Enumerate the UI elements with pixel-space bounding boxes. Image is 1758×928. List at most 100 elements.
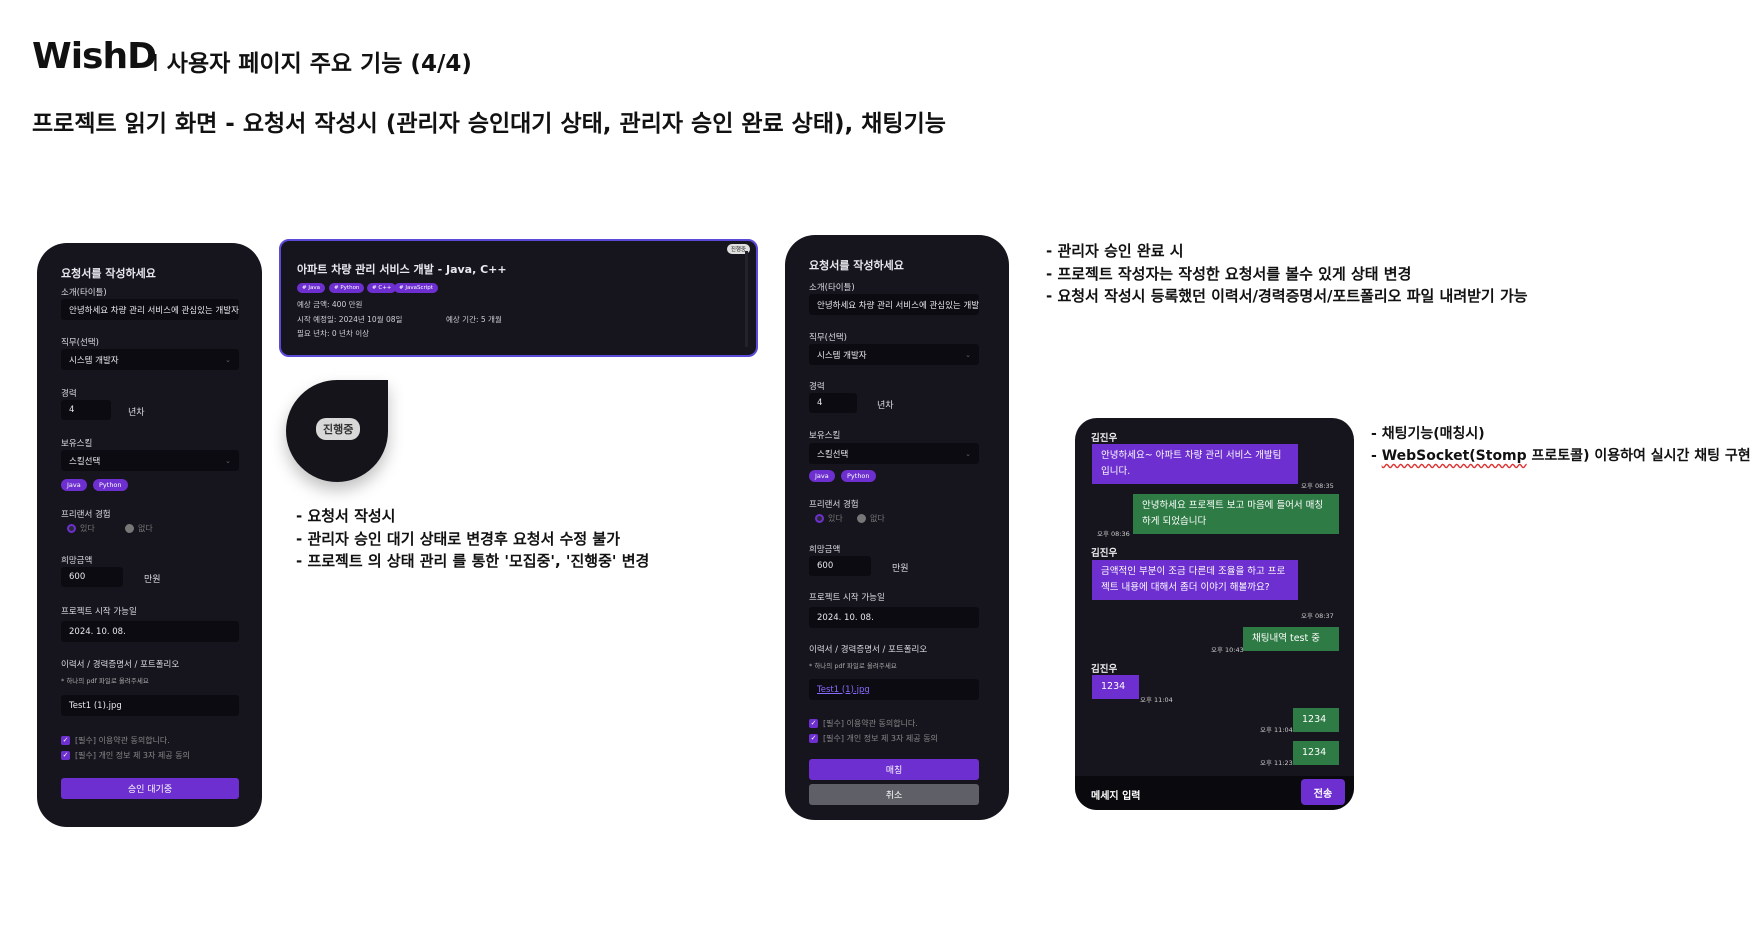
checkbox-checked-icon: ✓ bbox=[809, 719, 818, 728]
radio-yes-label: 있다 bbox=[80, 524, 95, 533]
agree-terms-label: [필수] 이용약관 동의합니다. bbox=[75, 736, 170, 745]
intro-input[interactable]: 안녕하세요 차량 관리 서비스에 관심있는 개발자 bbox=[809, 294, 979, 315]
project-budget: 예상 금액: 400 만원 bbox=[297, 300, 363, 309]
skills-value: 스킬선택 bbox=[817, 449, 849, 460]
role-select[interactable]: 시스템 개발자 ⌄ bbox=[809, 344, 979, 365]
skill-chip[interactable]: Python bbox=[841, 470, 876, 482]
project-career: 필요 년차: 0 년차 이상 bbox=[297, 329, 370, 338]
checkbox-checked-icon: ✓ bbox=[809, 734, 818, 743]
file-download-link[interactable]: Test1 (1).jpg bbox=[817, 685, 870, 695]
page-section-title: I 사용자 페이지 주요 기능 (4/4) bbox=[152, 44, 472, 78]
radio-yes[interactable]: 있다 bbox=[67, 523, 95, 534]
role-label: 직무(선택) bbox=[61, 338, 99, 348]
status-pill: 진행중 bbox=[316, 418, 361, 440]
files-hint: * 하나의 pdf 파일로 올려주세요 bbox=[809, 662, 897, 670]
page-subtitle: 프로젝트 읽기 화면 - 요청서 작성시 (관리자 승인대기 상태, 관리자 승… bbox=[32, 111, 946, 137]
cancel-button[interactable]: 취소 bbox=[809, 784, 979, 805]
career-unit: 년차 bbox=[877, 401, 894, 411]
project-tag: # JavaScript bbox=[394, 283, 438, 293]
skills-label: 보유스킬 bbox=[809, 431, 841, 441]
skill-chip[interactable]: Java bbox=[809, 470, 835, 482]
notes-chat: 채팅기능(매칭시) WebSocket(Stomp 프로토콜) 이용하여 실시간… bbox=[1371, 423, 1751, 467]
agree-privacy[interactable]: ✓ [필수] 개인 정보 제 3자 제공 동의 bbox=[809, 733, 938, 744]
skills-value: 스킬선택 bbox=[69, 456, 101, 467]
files-label: 이력서 / 경력증명서 / 포트폴리오 bbox=[61, 660, 180, 670]
note-item: 프로젝트 작성자는 작성한 요청서를 볼수 있게 상태 변경 bbox=[1046, 263, 1528, 286]
file-download[interactable]: Test1 (1).jpg bbox=[809, 679, 979, 700]
send-button[interactable]: 전송 bbox=[1301, 779, 1345, 805]
radio-yes-label: 있다 bbox=[828, 514, 843, 523]
intro-label: 소개(타이틀) bbox=[809, 283, 855, 293]
project-tag: # Java bbox=[297, 283, 325, 293]
skills-label: 보유스킬 bbox=[61, 439, 93, 449]
note-text: 프로토콜) 이용하여 실시간 채팅 구현 bbox=[1526, 448, 1751, 464]
chevron-down-icon: ⌄ bbox=[225, 456, 231, 465]
skills-select[interactable]: 스킬선택 ⌄ bbox=[61, 450, 239, 471]
career-input[interactable]: 4 bbox=[61, 400, 111, 420]
radio-no-label: 없다 bbox=[138, 524, 153, 533]
agree-privacy[interactable]: ✓ [필수] 개인 정보 제 3자 제공 동의 bbox=[61, 750, 190, 761]
role-select[interactable]: 시스템 개발자 ⌄ bbox=[61, 349, 239, 370]
pay-input[interactable]: 600 bbox=[61, 567, 123, 587]
message-input[interactable]: 메세지 입력 bbox=[1091, 787, 1140, 802]
intro-input[interactable]: 안녕하세요 차량 관리 서비스에 관심있는 개발자 bbox=[61, 299, 239, 320]
form-title: 요청서를 작성하세요 bbox=[809, 259, 904, 272]
project-card[interactable]: 진행중 아파트 차량 관리 서비스 개발 - Java, C++ # Java … bbox=[279, 239, 758, 357]
skills-select[interactable]: 스킬선택 ⌄ bbox=[809, 443, 979, 464]
radio-yes[interactable]: 있다 bbox=[815, 513, 843, 524]
chat-message-sent: 1234 bbox=[1293, 708, 1339, 732]
message-time: 오후 08:35 bbox=[1301, 482, 1334, 490]
career-label: 경력 bbox=[809, 382, 825, 392]
role-value: 시스템 개발자 bbox=[69, 355, 119, 366]
project-tag: # Python bbox=[329, 283, 365, 293]
chat-sender-name: 김진우 bbox=[1091, 664, 1118, 675]
note-item: 요청서 작성시 등록했던 이력서/경력증명서/포트폴리오 파일 내려받기 가능 bbox=[1046, 285, 1527, 308]
intro-label: 소개(타이틀) bbox=[61, 288, 107, 298]
file-input[interactable]: Test1 (1).jpg bbox=[61, 695, 239, 716]
message-time: 오후 11:04 bbox=[1260, 726, 1293, 734]
chat-message-sent: 채팅내역 test 중 bbox=[1243, 627, 1339, 651]
files-label: 이력서 / 경력증명서 / 포트폴리오 bbox=[809, 645, 928, 655]
career-unit: 년차 bbox=[128, 408, 145, 418]
chat-message-received: 금액적인 부분이 조금 다른데 조율을 하고 프로젝트 내용에 대해서 좀더 이… bbox=[1092, 560, 1298, 600]
notes-approved: 관리자 승인 완료 시 프로젝트 작성자는 작성한 요청서를 볼수 있게 상태 … bbox=[1046, 240, 1528, 308]
skill-chip[interactable]: Python bbox=[93, 479, 128, 491]
pending-approval-button[interactable]: 승인 대기중 bbox=[61, 778, 239, 799]
skill-chip[interactable]: Java bbox=[61, 479, 87, 491]
message-time: 오후 08:37 bbox=[1301, 612, 1334, 620]
note-item: 요청서 작성시 bbox=[296, 505, 649, 528]
pay-unit: 만원 bbox=[144, 575, 161, 585]
start-date-input[interactable]: 2024. 10. 08. bbox=[61, 621, 239, 642]
start-label: 프로젝트 시작 가능일 bbox=[809, 593, 885, 603]
status-zoom-callout: 진행중 bbox=[286, 380, 388, 482]
career-input[interactable]: 4 bbox=[809, 393, 857, 413]
checkbox-checked-icon: ✓ bbox=[61, 751, 70, 760]
project-title: 아파트 차량 관리 서비스 개발 - Java, C++ bbox=[297, 263, 507, 276]
freelance-label: 프리랜서 경험 bbox=[809, 500, 859, 510]
start-label: 프로젝트 시작 가능일 bbox=[61, 607, 137, 617]
agree-terms[interactable]: ✓ [필수] 이용약관 동의합니다. bbox=[809, 718, 918, 729]
project-tag: # C++ bbox=[367, 283, 397, 293]
note-item: WebSocket(Stomp 프로토콜) 이용하여 실시간 채팅 구현 bbox=[1371, 445, 1751, 467]
radio-no[interactable]: 없다 bbox=[125, 523, 153, 534]
brand-logo: WishD bbox=[32, 36, 157, 77]
notes-request-pending: 요청서 작성시 관리자 승인 대기 상태로 변경후 요청서 수정 불가 프로젝트… bbox=[296, 505, 649, 573]
note-item: 프로젝트 의 상태 관리 를 통한 '모집중', '진행중' 변경 bbox=[296, 550, 649, 573]
message-time: 오후 11:04 bbox=[1140, 696, 1173, 704]
project-start: 시작 예정일: 2024년 10월 08일 bbox=[297, 315, 403, 324]
card-scrollbar[interactable] bbox=[745, 251, 748, 347]
radio-no[interactable]: 없다 bbox=[857, 513, 885, 524]
role-value: 시스템 개발자 bbox=[817, 350, 867, 361]
match-button[interactable]: 매칭 bbox=[809, 759, 979, 780]
note-item: 관리자 승인 대기 상태로 변경후 요청서 수정 불가 bbox=[296, 528, 649, 551]
chat-message-sent: 안녕하세요 프로젝트 보고 마음에 들어서 매칭하게 되었습니다 bbox=[1133, 494, 1339, 534]
project-period: 예상 기간: 5 개월 bbox=[446, 315, 502, 324]
freelance-label: 프리랜서 경험 bbox=[61, 510, 111, 520]
start-date-input[interactable]: 2024. 10. 08. bbox=[809, 607, 979, 628]
message-time: 오후 08:36 bbox=[1097, 530, 1130, 538]
role-label: 직무(선택) bbox=[809, 333, 847, 343]
agree-terms[interactable]: ✓ [필수] 이용약관 동의합니다. bbox=[61, 735, 170, 746]
radio-selected-icon bbox=[815, 514, 824, 523]
pay-label: 희망금액 bbox=[61, 556, 93, 566]
pay-input[interactable]: 600 bbox=[809, 556, 871, 576]
